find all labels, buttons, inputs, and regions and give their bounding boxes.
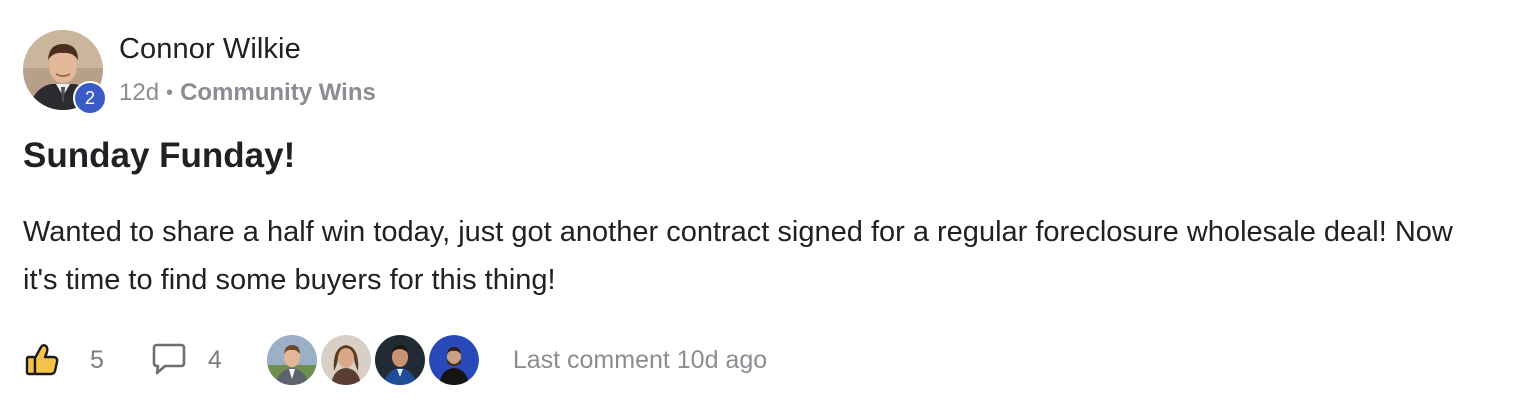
author-name[interactable]: Connor Wilkie: [119, 33, 301, 66]
comment-bubble-icon[interactable]: [150, 341, 188, 379]
commenter-avatars[interactable]: [266, 335, 483, 385]
post-title[interactable]: Sunday Funday!: [23, 136, 295, 176]
author-avatar-wrap[interactable]: 2: [23, 30, 107, 115]
commenter-avatar[interactable]: [320, 335, 371, 385]
meta-separator: •: [166, 81, 174, 104]
post-actions: 5 4 Last comment 10d ago: [23, 334, 767, 386]
commenter-avatar[interactable]: [266, 335, 317, 385]
comment-count[interactable]: 4: [208, 346, 222, 375]
commenter-avatar[interactable]: [428, 335, 479, 385]
like-count[interactable]: 5: [90, 346, 104, 375]
commenter-avatar[interactable]: [374, 335, 425, 385]
level-badge: 2: [73, 81, 107, 115]
post-body[interactable]: Wanted to share a half win today, just g…: [23, 208, 1483, 304]
post-time: 12d: [119, 79, 160, 106]
last-comment-time: Last comment 10d ago: [512, 345, 768, 374]
post-category[interactable]: Community Wins: [180, 79, 376, 107]
post-meta: 12d • Community Wins: [119, 79, 376, 107]
thumbs-up-icon[interactable]: [23, 341, 61, 379]
